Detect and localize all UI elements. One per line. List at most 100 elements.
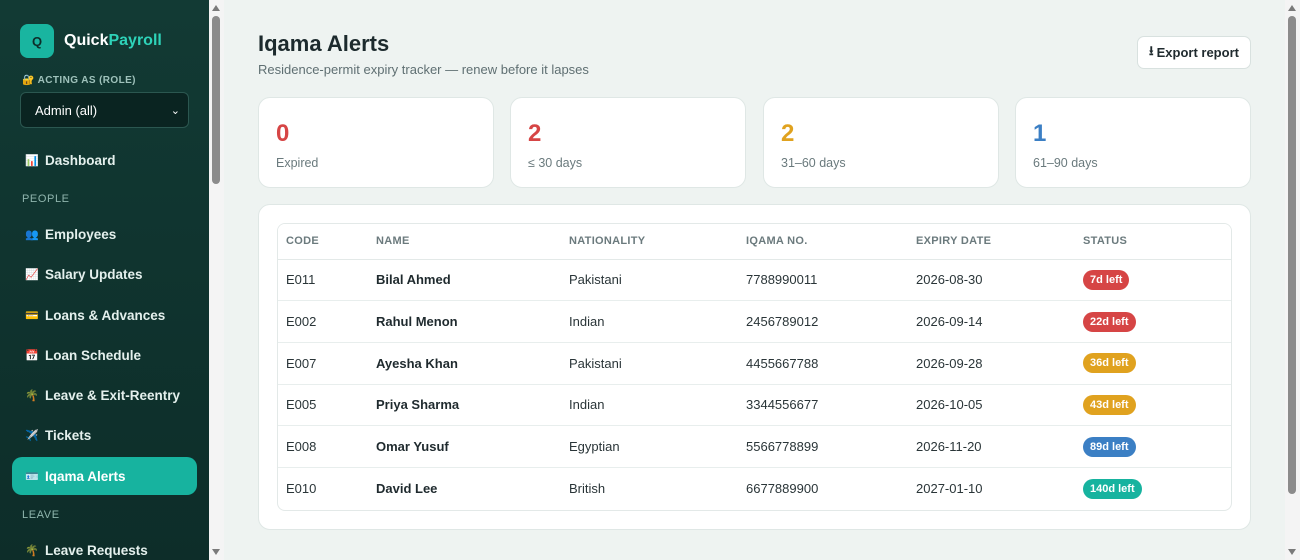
stat-label: 31–60 days bbox=[781, 156, 846, 170]
nav-section-leave: LEAVE bbox=[22, 509, 60, 521]
role-select[interactable]: Admin (all) ⌄ bbox=[20, 92, 189, 128]
export-report-button[interactable]: ⭳ Export report bbox=[1137, 36, 1251, 69]
column-header-code[interactable]: CODE bbox=[278, 224, 368, 260]
brand-name-part1: Quick bbox=[64, 32, 109, 49]
brand-name-part2: Payroll bbox=[108, 32, 162, 49]
cell-code: E005 bbox=[278, 384, 368, 427]
cell-expiry-date: 2026-10-05 bbox=[908, 384, 1075, 427]
stat-label: 61–90 days bbox=[1033, 156, 1098, 170]
cell-expiry-date: 2026-08-30 bbox=[908, 259, 1075, 302]
stat-value: 1 bbox=[1033, 120, 1047, 147]
cell-iqama-no: 4455667788 bbox=[738, 342, 908, 385]
sidebar-item-label: Dashboard bbox=[45, 152, 116, 168]
sidebar-item-label: Tickets bbox=[45, 427, 92, 443]
cell-name: Bilal Ahmed bbox=[368, 259, 561, 302]
sidebar-item-label: Loan Schedule bbox=[45, 347, 142, 363]
cell-nationality: Egyptian bbox=[561, 425, 738, 468]
sidebar-item-label: Iqama Alerts bbox=[45, 468, 126, 484]
cell-nationality: Indian bbox=[561, 384, 738, 427]
cell-expiry-date: 2027-01-10 bbox=[916, 481, 983, 497]
scroll-down-arrow-icon[interactable] bbox=[212, 549, 220, 555]
cell-iqama-no: 6677889900 bbox=[746, 481, 819, 497]
cell-code: E008 bbox=[278, 425, 368, 468]
table-header-row: CODE NAME NATIONALITY IQAMA NO. EXPIRY D… bbox=[278, 224, 1231, 260]
column-header-iqama-no[interactable]: IQAMA NO. bbox=[738, 224, 908, 260]
sidebar-item-iqama-alerts[interactable]: 🪪 Iqama Alerts bbox=[12, 457, 197, 495]
table-row[interactable]: E008 Omar Yusuf Egyptian 5566778899 2026… bbox=[278, 425, 1231, 468]
status-badge: 36d left bbox=[1083, 353, 1136, 374]
cell-code: E011 bbox=[278, 259, 368, 302]
cell-name: David Lee bbox=[376, 481, 438, 497]
scroll-up-arrow-icon[interactable] bbox=[212, 5, 220, 11]
stat-value: 2 bbox=[528, 120, 542, 147]
column-header-name[interactable]: NAME bbox=[368, 224, 561, 260]
sidebar-item-loan-schedule[interactable]: 📅 Loan Schedule bbox=[12, 336, 197, 374]
main-scrollbar[interactable] bbox=[1285, 0, 1300, 560]
cell-status: 7d left bbox=[1075, 259, 1231, 302]
main-scrollbar-thumb[interactable] bbox=[1288, 16, 1296, 494]
iqama-table-card: CODE NAME NATIONALITY IQAMA NO. EXPIRY D… bbox=[258, 204, 1251, 530]
sidebar-item-salary-updates[interactable]: 📈 Salary Updates bbox=[12, 255, 197, 293]
sidebar-item-label: Loans & Advances bbox=[45, 307, 166, 323]
sidebar-item-label: Leave & Exit-Reentry bbox=[45, 387, 181, 403]
column-header-nationality[interactable]: NATIONALITY bbox=[561, 224, 738, 260]
cell-code: E007 bbox=[278, 342, 368, 385]
cell-expiry-date: 2026-09-14 bbox=[908, 300, 1075, 343]
status-badge: 43d left bbox=[1083, 394, 1136, 415]
cell-status: 89d left bbox=[1075, 425, 1231, 468]
credit-card-icon: 💳 bbox=[25, 309, 39, 322]
iqama-table: CODE NAME NATIONALITY IQAMA NO. EXPIRY D… bbox=[278, 224, 1231, 509]
sidebar-item-tickets[interactable]: ✈️ Tickets bbox=[12, 416, 197, 454]
sidebar-scrollbar-thumb[interactable] bbox=[212, 16, 220, 184]
stat-value: 2 bbox=[781, 120, 795, 147]
iqama-table-wrapper: CODE NAME NATIONALITY IQAMA NO. EXPIRY D… bbox=[277, 223, 1232, 511]
cell-nationality: Indian bbox=[561, 300, 738, 343]
column-header-expiry-date[interactable]: EXPIRY DATE bbox=[908, 224, 1075, 260]
nav-section-people: PEOPLE bbox=[22, 193, 70, 205]
cell-nationality: British bbox=[569, 481, 606, 497]
table-row[interactable]: E007 Ayesha Khan Pakistani 4455667788 20… bbox=[278, 342, 1231, 385]
cell-iqama-no: 7788990011 bbox=[738, 259, 908, 302]
sidebar-item-dashboard[interactable]: 📊 Dashboard bbox=[12, 141, 197, 179]
table-row[interactable]: E005 Priya Sharma Indian 3344556677 2026… bbox=[278, 384, 1231, 427]
table-row[interactable]: E002 Rahul Menon Indian 2456789012 2026-… bbox=[278, 300, 1231, 343]
sidebar-item-leave-requests[interactable]: 🌴 Leave Requests bbox=[12, 531, 197, 560]
cell-code: E002 bbox=[278, 300, 368, 343]
column-header-status[interactable]: STATUS bbox=[1075, 224, 1231, 260]
cell-nationality: Pakistani bbox=[561, 342, 738, 385]
role-label: 🔐 ACTING AS (ROLE) bbox=[22, 75, 136, 86]
scroll-down-arrow-icon[interactable] bbox=[1288, 549, 1296, 555]
role-select-value: Admin (all) bbox=[35, 102, 98, 118]
stat-card-30-days: 2 ≤ 30 days bbox=[510, 97, 746, 188]
stat-card-expired: 0 Expired bbox=[258, 97, 494, 188]
cell-iqama-no: 2456789012 bbox=[738, 300, 908, 343]
calendar-icon: 📅 bbox=[25, 349, 39, 362]
cell-name: Omar Yusuf bbox=[368, 425, 561, 468]
page-subtitle: Residence-permit expiry tracker — renew … bbox=[258, 62, 589, 77]
status-badge: 140d left bbox=[1083, 478, 1142, 499]
sidebar-scrollbar[interactable] bbox=[209, 0, 224, 560]
sidebar-item-employees[interactable]: 👥 Employees bbox=[12, 215, 197, 253]
table-row[interactable]: E011 Bilal Ahmed Pakistani 7788990011 20… bbox=[278, 259, 1231, 302]
cell-expiry-date: 2026-11-20 bbox=[908, 425, 1075, 468]
stat-card-90-days: 1 61–90 days bbox=[1015, 97, 1251, 188]
status-badge: 89d left bbox=[1083, 436, 1136, 457]
sidebar-item-leave-exit-reentry[interactable]: 🌴 Leave & Exit-Reentry bbox=[12, 376, 197, 414]
page-title: Iqama Alerts bbox=[258, 31, 390, 56]
cell-name: Ayesha Khan bbox=[368, 342, 561, 385]
download-icon: ⭳ bbox=[1149, 42, 1154, 58]
brand[interactable]: Q QuickPayroll bbox=[20, 24, 162, 58]
palm-tree-icon: 🌴 bbox=[25, 389, 39, 402]
dashboard-icon: 📊 bbox=[25, 154, 39, 167]
sidebar-item-label: Employees bbox=[45, 226, 117, 242]
export-report-label: Export report bbox=[1156, 45, 1239, 60]
cell-code: E010 bbox=[286, 481, 317, 497]
employees-icon: 👥 bbox=[25, 228, 39, 241]
sidebar-item-loans[interactable]: 💳 Loans & Advances bbox=[12, 296, 197, 334]
chart-up-icon: 📈 bbox=[25, 268, 39, 281]
status-badge: 7d left bbox=[1083, 269, 1130, 290]
table-row[interactable]: E010 David Lee British 6677889900 2027-0… bbox=[278, 467, 1231, 509]
cell-name: Rahul Menon bbox=[368, 300, 561, 343]
stat-value: 0 bbox=[276, 120, 290, 147]
scroll-up-arrow-icon[interactable] bbox=[1288, 5, 1296, 11]
